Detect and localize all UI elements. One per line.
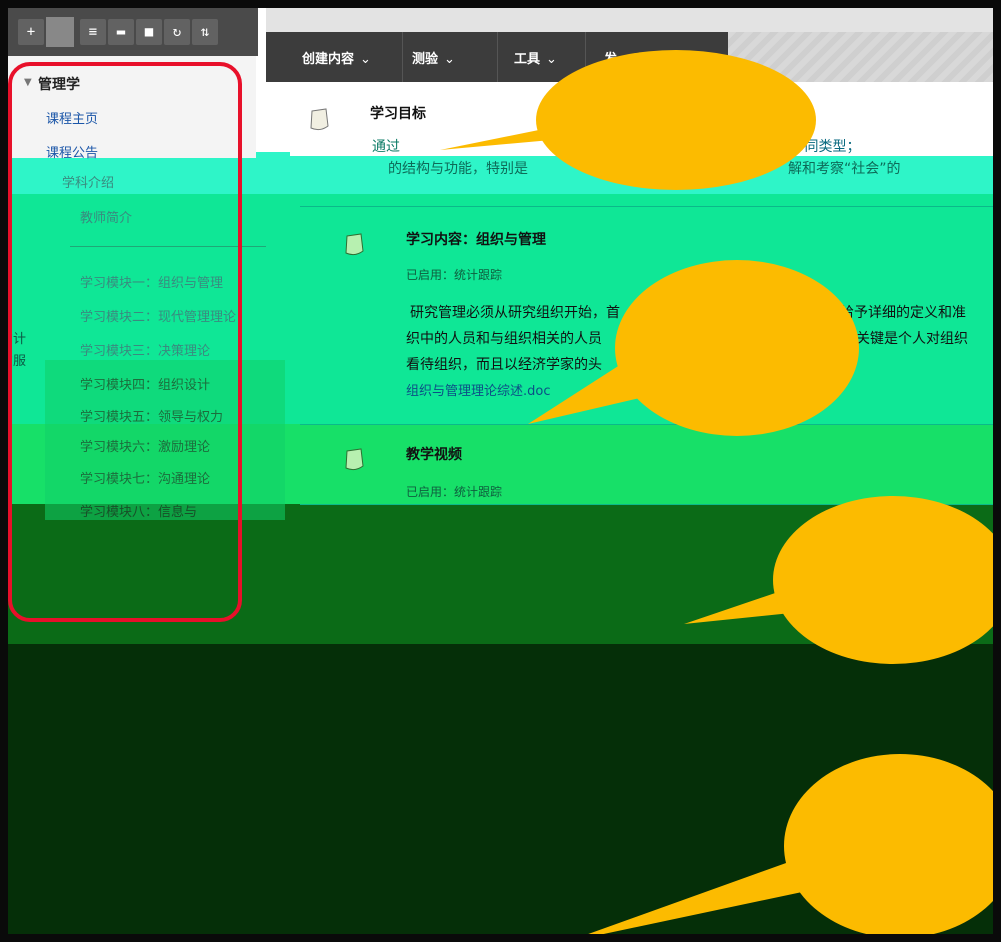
callout-bubble-2: [528, 260, 859, 436]
callout-bubble-4: [566, 754, 1001, 942]
callout-bubble-3: [684, 496, 1001, 664]
callout-annotations: [440, 50, 1001, 942]
callout-bubble-1: [440, 50, 816, 190]
